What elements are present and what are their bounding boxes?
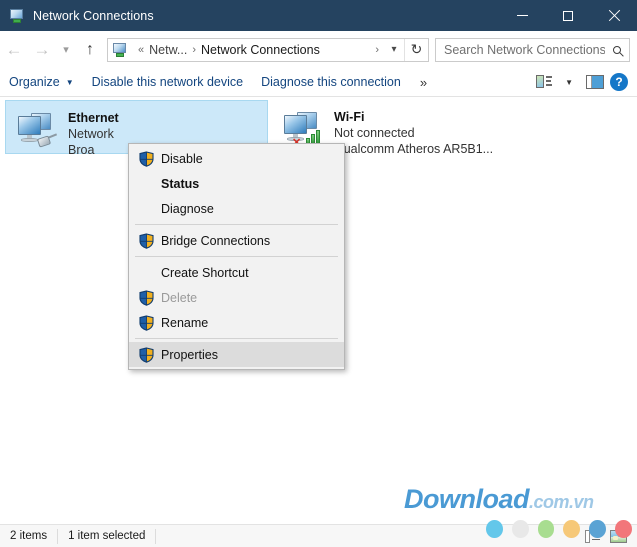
close-button[interactable] <box>591 0 637 31</box>
connection-name: Ethernet <box>68 111 119 125</box>
breadcrumb-item-network[interactable]: Netw... <box>149 43 187 57</box>
menu-item-disable[interactable]: Disable <box>129 146 344 171</box>
close-icon <box>608 10 620 22</box>
view-dropdown-button[interactable]: ▼ <box>558 78 580 87</box>
maximize-icon <box>563 10 573 21</box>
shield-icon <box>133 346 159 363</box>
menu-item-label: Bridge Connections <box>161 233 271 248</box>
connection-status: Not connected <box>334 126 415 140</box>
help-button[interactable]: ? <box>610 73 628 91</box>
menu-item-label: Delete <box>161 290 198 305</box>
forward-button[interactable]: → <box>28 36 56 64</box>
breadcrumb-separator-1: « <box>138 43 145 56</box>
breadcrumb-item-network-connections[interactable]: Network Connections <box>201 43 320 57</box>
command-bar: Organize ▼ Disable this network device D… <box>0 68 637 97</box>
refresh-icon[interactable]: ↻ <box>404 38 428 61</box>
minimize-icon <box>516 15 528 16</box>
shield-icon <box>133 289 159 306</box>
organize-label: Organize <box>9 75 60 89</box>
status-divider <box>155 528 157 544</box>
ethernet-connection-icon <box>12 106 60 154</box>
overflow-button[interactable]: » <box>410 70 437 95</box>
breadcrumb-separator-3[interactable]: › <box>370 44 384 56</box>
search-input[interactable]: Search Network Connections <box>436 43 605 57</box>
window-title: Network Connections <box>33 8 154 23</box>
menu-separator <box>135 224 338 225</box>
menu-item-label: Diagnose <box>161 201 214 216</box>
organize-button[interactable]: Organize ▼ <box>0 70 83 95</box>
network-computer-icon <box>9 8 25 24</box>
large-icons-view-icon <box>610 529 627 543</box>
connection-device: Broa <box>68 143 95 157</box>
menu-item-label: Status <box>161 176 200 191</box>
shield-icon <box>133 314 159 331</box>
connection-status: Network <box>68 127 114 141</box>
menu-item-label: Disable <box>161 151 203 166</box>
item-count: 2 items <box>10 530 48 542</box>
window-controls <box>499 0 637 31</box>
view-options-icon <box>536 75 553 89</box>
minimize-button[interactable] <box>499 0 545 31</box>
network-connections-window: Network Connections ← → ▾ ↑ « Netw... › … <box>0 0 637 547</box>
details-view-button[interactable] <box>580 529 605 543</box>
menu-separator <box>135 256 338 257</box>
shield-icon <box>133 232 159 249</box>
title-bar: Network Connections <box>0 0 637 31</box>
menu-item-diagnose[interactable]: Diagnose <box>129 196 344 221</box>
menu-item-bridge-connections[interactable]: Bridge Connections <box>129 228 344 253</box>
address-network-icon <box>112 42 128 58</box>
search-box[interactable]: Search Network Connections <box>435 37 630 62</box>
shield-icon <box>133 150 159 167</box>
connection-name: Wi-Fi <box>334 110 365 124</box>
connection-details: Wi-Fi Not connected Qualcomm Atheros AR5… <box>334 105 493 157</box>
menu-separator <box>135 338 338 339</box>
menu-item-label: Rename <box>161 315 209 330</box>
menu-item-delete: Delete <box>129 285 344 310</box>
preview-pane-icon <box>586 75 604 89</box>
large-icons-view-button[interactable] <box>605 529 637 543</box>
back-button[interactable]: ← <box>0 36 28 64</box>
chevron-down-icon[interactable]: ▾ <box>384 39 404 61</box>
change-view-button[interactable] <box>530 70 558 95</box>
search-icon[interactable] <box>605 39 629 61</box>
up-button[interactable]: ↑ <box>76 36 104 64</box>
menu-item-label: Create Shortcut <box>161 265 249 280</box>
address-bar[interactable]: « Netw... › Network Connections › ▾ ↻ <box>107 37 429 62</box>
navigation-bar: ← → ▾ ↑ « Netw... › Network Connections … <box>0 31 637 68</box>
preview-pane-button[interactable] <box>580 70 610 95</box>
status-bar: 2 items 1 item selected <box>0 524 637 547</box>
maximize-button[interactable] <box>545 0 591 31</box>
diagnose-connection-button[interactable]: Diagnose this connection <box>252 70 410 95</box>
menu-item-create-shortcut[interactable]: Create Shortcut <box>129 260 344 285</box>
connection-details: Ethernet Network Broa <box>68 106 119 158</box>
selection-count: 1 item selected <box>68 530 146 542</box>
recent-locations-button[interactable]: ▾ <box>56 36 76 64</box>
context-menu: Disable Status Diagnose Bridge Connectio… <box>128 143 345 370</box>
details-view-icon <box>585 529 600 543</box>
menu-item-properties[interactable]: Properties <box>129 342 344 367</box>
connection-device: Qualcomm Atheros AR5B1... <box>334 142 494 156</box>
menu-item-rename[interactable]: Rename <box>129 310 344 335</box>
menu-item-status[interactable]: Status <box>129 171 344 196</box>
menu-item-label: Properties <box>161 347 218 362</box>
chevron-down-icon: ▼ <box>65 77 74 87</box>
breadcrumb-separator-2[interactable]: › <box>187 44 201 56</box>
disable-device-button[interactable]: Disable this network device <box>83 70 252 95</box>
